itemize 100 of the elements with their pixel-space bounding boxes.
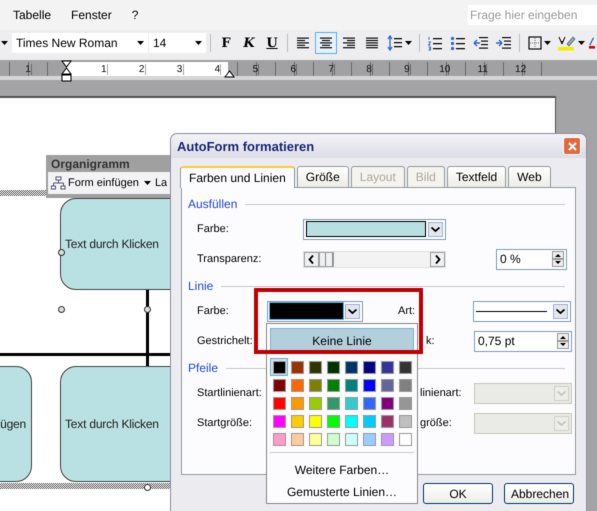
color-swatch[interactable] — [396, 412, 414, 430]
section-heading: Ausfüllen — [188, 197, 238, 211]
font-field[interactable]: Times New Roman — [12, 33, 148, 53]
color-swatch[interactable] — [306, 358, 324, 376]
selection-handle[interactable] — [144, 484, 151, 491]
justify-icon — [365, 37, 379, 49]
dialog-button[interactable]: Abbrechen — [504, 483, 574, 504]
italic-button[interactable]: K — [238, 32, 260, 54]
color-swatch[interactable] — [360, 412, 378, 430]
align-center-button[interactable] — [315, 32, 337, 54]
caret-icon — [195, 41, 202, 45]
color-swatch[interactable] — [306, 430, 324, 448]
color-swatch[interactable] — [288, 394, 306, 412]
selection-border — [0, 190, 46, 196]
line-style-dropdown[interactable] — [473, 300, 571, 322]
color-swatch[interactable] — [378, 412, 396, 430]
org-chart-icon — [51, 176, 66, 190]
field-label: k: — [426, 335, 435, 347]
color-swatch[interactable] — [270, 376, 288, 394]
color-swatch[interactable] — [360, 358, 378, 376]
dialog-button[interactable]: OK — [423, 483, 493, 504]
line-color-dropdown[interactable] — [267, 300, 363, 322]
color-swatch[interactable] — [288, 412, 306, 430]
borders-icon — [528, 36, 542, 50]
menu-item[interactable]: Fenster — [71, 8, 112, 22]
menu-item[interactable]: ? — [132, 8, 138, 22]
caret-icon — [544, 41, 551, 45]
bold-button[interactable]: F — [215, 32, 237, 54]
field-label: Startlinienart: — [197, 387, 262, 399]
color-swatch[interactable] — [378, 394, 396, 412]
right-indent-marker-icon[interactable] — [224, 70, 235, 78]
color-swatch[interactable] — [324, 394, 342, 412]
color-swatch[interactable] — [342, 394, 360, 412]
color-swatch[interactable] — [342, 412, 360, 430]
selection-handle[interactable] — [144, 306, 151, 313]
color-swatch[interactable] — [360, 430, 378, 448]
caret-icon[interactable] — [1, 41, 8, 45]
color-swatch[interactable] — [288, 430, 306, 448]
color-swatch[interactable] — [378, 358, 396, 376]
color-swatch[interactable] — [288, 376, 306, 394]
field-label: linienart: — [420, 387, 462, 399]
color-swatch[interactable] — [324, 376, 342, 394]
color-swatch[interactable] — [342, 358, 360, 376]
menu-item[interactable]: Weitere Farben… — [294, 459, 390, 481]
window-title: AutoForm formatieren — [177, 138, 314, 154]
caret-icon — [578, 41, 585, 45]
selection-handle[interactable] — [58, 249, 65, 256]
tab[interactable]: Größe — [296, 166, 349, 187]
color-swatch[interactable] — [378, 430, 396, 448]
help-search-field[interactable]: Frage hier eingeben — [468, 5, 597, 25]
menu-item[interactable]: Gemusterte Linien… — [286, 481, 398, 503]
shape-text: Text durch Klicken — [65, 237, 159, 251]
tab[interactable]: Farben und Linien — [180, 166, 295, 188]
color-swatch[interactable] — [270, 412, 288, 430]
color-swatch[interactable] — [306, 376, 324, 394]
color-swatch[interactable] — [270, 430, 288, 448]
outdent-icon — [473, 36, 489, 50]
color-swatch[interactable] — [324, 430, 342, 448]
insert-shape-button[interactable]: Form einfügen — [51, 176, 151, 190]
color-swatch[interactable] — [360, 394, 378, 412]
font-size-field[interactable]: 14 — [149, 33, 206, 53]
highlighter-icon — [558, 35, 576, 51]
color-swatch[interactable] — [378, 376, 396, 394]
org-chart-box[interactable]: ügen — [0, 366, 32, 482]
menu-item[interactable]: Tabelle — [13, 8, 52, 22]
caret-icon — [137, 41, 144, 45]
color-swatch[interactable] — [270, 394, 288, 412]
color-swatch[interactable] — [360, 376, 378, 394]
color-swatch[interactable] — [288, 358, 306, 376]
underline-button[interactable]: U — [261, 32, 283, 54]
close-button[interactable] — [563, 137, 581, 155]
line-weight-field[interactable]: 0,75 pt — [474, 330, 572, 352]
tab[interactable]: Web — [508, 166, 551, 187]
color-swatch[interactable] — [342, 376, 360, 394]
ruler-number: 10 — [438, 64, 451, 74]
field-label: größe: — [420, 417, 452, 429]
line-spacing-icon — [387, 35, 403, 51]
layout-button[interactable]: La — [154, 177, 168, 189]
font-color-icon — [589, 35, 595, 51]
spinner-arrows-icon — [557, 333, 569, 349]
shape-text: ügen — [0, 417, 26, 431]
transparency-field[interactable]: 0 % — [496, 248, 567, 270]
color-swatch[interactable] — [342, 430, 360, 448]
caret-icon — [405, 41, 412, 45]
color-swatch[interactable] — [306, 394, 324, 412]
color-swatch[interactable] — [396, 376, 414, 394]
selection-handle[interactable] — [58, 306, 65, 313]
indent-marker-icon[interactable] — [61, 60, 72, 82]
indent-icon — [496, 36, 512, 50]
color-swatch[interactable] — [396, 394, 414, 412]
color-swatch[interactable] — [396, 358, 414, 376]
ruler-number: 11 — [476, 64, 489, 74]
color-swatch[interactable] — [324, 412, 342, 430]
color-swatch[interactable] — [324, 358, 342, 376]
transparency-slider[interactable] — [303, 250, 446, 268]
color-swatch[interactable] — [306, 412, 324, 430]
color-swatch[interactable] — [396, 430, 414, 448]
tab[interactable]: Textfeld — [446, 166, 506, 187]
fill-color-dropdown[interactable] — [303, 218, 446, 240]
color-swatch[interactable] — [270, 358, 288, 376]
